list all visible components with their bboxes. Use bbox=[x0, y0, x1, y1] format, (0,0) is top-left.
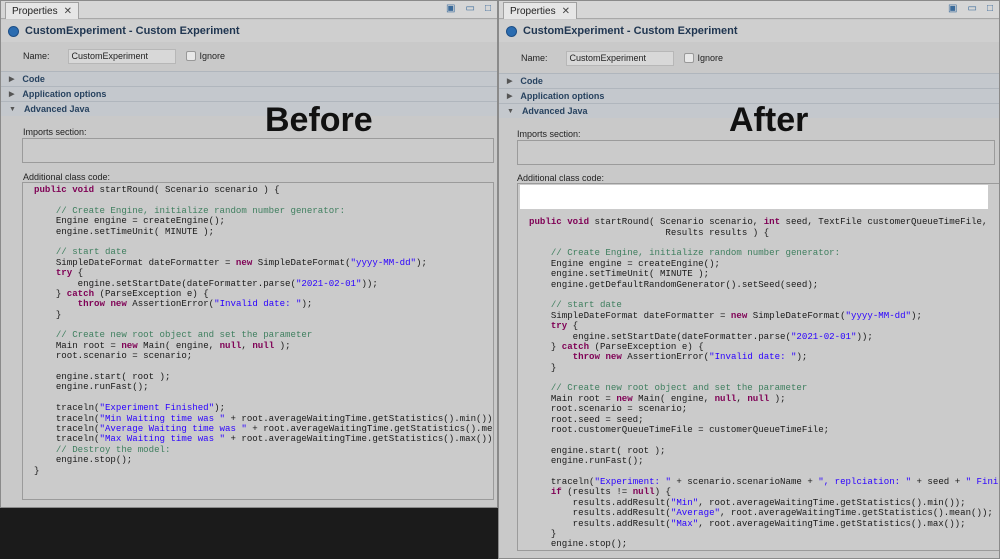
code-line: results.addResult("Average", root.averag… bbox=[529, 507, 993, 519]
minimize-icon[interactable]: ▭ bbox=[466, 3, 475, 14]
close-icon[interactable]: ✕ bbox=[562, 4, 570, 19]
after-overlay-label: After bbox=[729, 101, 809, 139]
editor-titlebar: CustomExperiment - Custom Experiment bbox=[499, 20, 999, 42]
code-line: engine.stop(); bbox=[34, 454, 133, 466]
experiment-icon bbox=[8, 25, 19, 37]
imports-editor[interactable]: import java.text.SimpleDateFormat; impor… bbox=[517, 140, 995, 165]
code-line: try { bbox=[55, 267, 84, 279]
section-code[interactable]: ▶ Code bbox=[499, 73, 999, 88]
page-title: CustomExperiment - Custom Experiment bbox=[25, 25, 240, 37]
section-code[interactable]: ▶ Code bbox=[1, 71, 497, 86]
code-line: } bbox=[529, 361, 557, 373]
name-input[interactable]: CustomExperiment bbox=[565, 50, 674, 66]
code-line: Engine engine = createEngine(); bbox=[34, 215, 225, 227]
class-code-editor[interactable]: public void startRound( Scenario scenari… bbox=[22, 182, 494, 500]
code-line: SimpleDateFormat dateFormatter = new Sim… bbox=[529, 309, 922, 321]
collapse-arrow-icon: ▼ bbox=[9, 105, 16, 113]
code-line: try { bbox=[550, 320, 579, 332]
code-line: public void startRound( Scenario scenari… bbox=[34, 184, 280, 195]
imports-label: Imports section: bbox=[517, 129, 581, 139]
tab-bar: Properties ✕ ▣ ▭ □ bbox=[499, 1, 999, 19]
name-row: Name: CustomExperiment Ignore bbox=[499, 47, 999, 69]
class-code-label: Additional class code: bbox=[517, 173, 605, 183]
dark-background bbox=[0, 508, 498, 559]
pin-icon[interactable]: ▣ bbox=[446, 3, 455, 14]
imports-editor[interactable]: import java.text.SimpleDateFormat; impor… bbox=[22, 138, 494, 163]
maximize-icon[interactable]: □ bbox=[485, 3, 491, 14]
minimize-icon[interactable]: ▭ bbox=[968, 3, 977, 14]
expand-arrow-icon: ▶ bbox=[9, 76, 15, 83]
code-line: import java.text.SimpleDateFormat; bbox=[23, 161, 493, 162]
close-icon[interactable]: ✕ bbox=[64, 4, 72, 19]
section-application-options[interactable]: ▶ Application options bbox=[1, 86, 497, 101]
tab-bar: Properties ✕ ▣ ▭ □ bbox=[1, 1, 497, 19]
page-title: CustomExperiment - Custom Experiment bbox=[523, 25, 738, 37]
code-line: root.customerQueueTimeFile = customerQue… bbox=[529, 424, 830, 436]
name-input[interactable]: CustomExperiment bbox=[67, 48, 176, 64]
code-line: throw new AssertionError("Invalid date: … bbox=[77, 298, 313, 310]
code-line: engine.runFast(); bbox=[529, 455, 644, 467]
expand-arrow-icon: ▶ bbox=[507, 78, 513, 85]
code-line: engine.getDefaultRandomGenerator().setSe… bbox=[529, 278, 819, 290]
tab-label: Properties bbox=[12, 5, 58, 17]
code-line: import java.text.SimpleDateFormat; bbox=[518, 163, 994, 164]
experiment-icon bbox=[506, 25, 517, 37]
pin-icon[interactable]: ▣ bbox=[948, 3, 957, 14]
toolbar-icons: ▣ ▭ □ bbox=[948, 3, 993, 14]
class-code-editor[interactable]: public void startRound( Scenario scenari… bbox=[517, 183, 999, 551]
code-line: root.scenario = scenario; bbox=[34, 350, 193, 362]
code-line: engine.setTimeUnit( MINUTE ); bbox=[34, 225, 215, 237]
section-advanced-java[interactable]: ▼ Advanced Java bbox=[1, 101, 497, 116]
imports-label: Imports section: bbox=[23, 127, 87, 137]
tab-properties[interactable]: Properties ✕ bbox=[5, 2, 79, 19]
name-label: Name: bbox=[521, 53, 548, 63]
code-line: throw new AssertionError("Invalid date: … bbox=[572, 351, 808, 363]
code-line: Results results ) { bbox=[529, 226, 770, 238]
signature-highlight bbox=[520, 185, 988, 209]
ignore-label: Ignore bbox=[199, 51, 226, 61]
toolbar-icons: ▣ ▭ □ bbox=[446, 3, 491, 14]
code-line: engine.setTimeUnit( MINUTE ); bbox=[529, 268, 710, 280]
before-overlay-label: Before bbox=[265, 101, 373, 139]
ignore-label: Ignore bbox=[697, 53, 724, 63]
maximize-icon[interactable]: □ bbox=[987, 3, 993, 14]
ignore-checkbox[interactable] bbox=[683, 53, 694, 63]
name-label: Name: bbox=[23, 51, 50, 61]
code-line: } bbox=[34, 464, 40, 476]
expand-arrow-icon: ▶ bbox=[9, 91, 15, 98]
tab-properties[interactable]: Properties ✕ bbox=[503, 2, 577, 19]
ignore-checkbox[interactable] bbox=[185, 51, 196, 61]
tab-label: Properties bbox=[510, 5, 556, 17]
expand-arrow-icon: ▶ bbox=[507, 93, 513, 100]
name-row: Name: CustomExperiment Ignore bbox=[1, 45, 497, 67]
code-line: } bbox=[34, 308, 62, 320]
right-properties-panel: Properties ✕ ▣ ▭ □ CustomExperiment - Cu… bbox=[498, 0, 1000, 559]
code-line: engine.runFast(); bbox=[34, 381, 149, 393]
code-line: } bbox=[518, 549, 999, 550]
code-line: SimpleDateFormat dateFormatter = new Sim… bbox=[34, 256, 427, 268]
left-properties-panel: Properties ✕ ▣ ▭ □ CustomExperiment - Cu… bbox=[0, 0, 498, 508]
class-code-label: Additional class code: bbox=[23, 172, 111, 182]
collapse-arrow-icon: ▼ bbox=[507, 107, 514, 115]
code-line: engine.stop(); bbox=[529, 538, 628, 550]
editor-titlebar: CustomExperiment - Custom Experiment bbox=[1, 20, 497, 42]
code-line: results.addResult("Max", root.averageWai… bbox=[529, 517, 966, 529]
